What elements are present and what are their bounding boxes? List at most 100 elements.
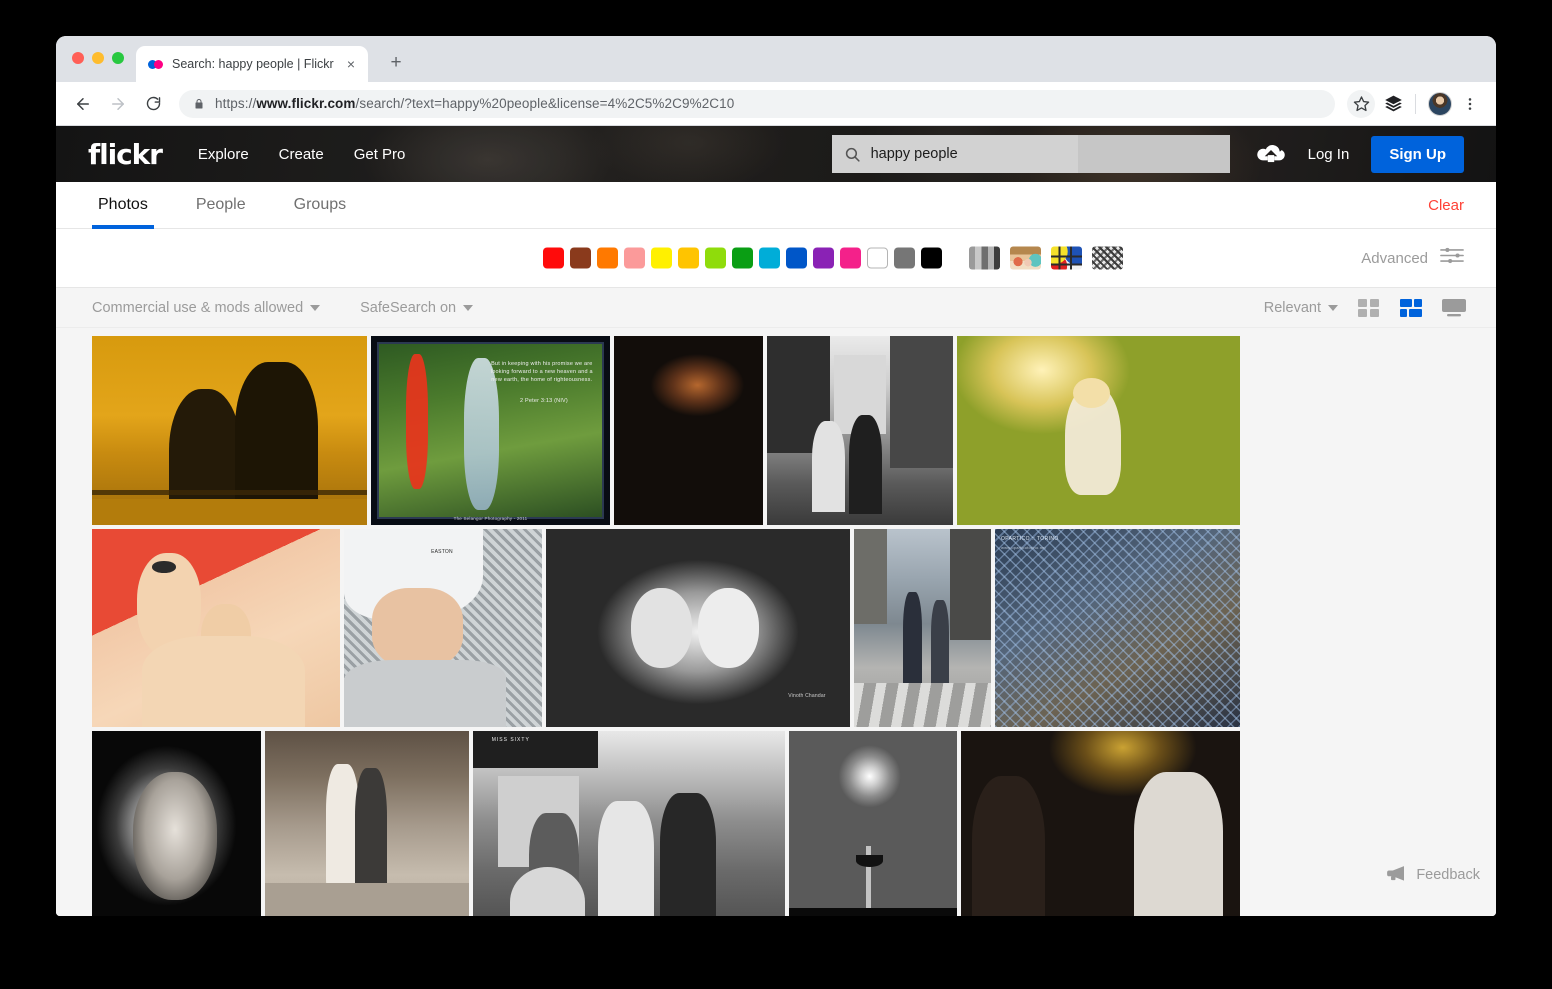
color-swatch-magenta[interactable] — [840, 248, 861, 269]
photo-caption: EASTON — [431, 549, 453, 555]
style-filter-shallow-depth-of-field[interactable] — [1010, 247, 1041, 270]
three-dot-menu-icon[interactable] — [1456, 90, 1484, 118]
maximize-window-button[interactable] — [112, 52, 124, 64]
reload-button[interactable] — [138, 89, 168, 119]
style-filter-minimalist[interactable] — [1051, 247, 1082, 270]
tab-people[interactable]: People — [190, 182, 252, 228]
color-swatch-gold[interactable] — [678, 248, 699, 269]
safesearch-dropdown-label: SafeSearch on — [360, 300, 456, 316]
url-domain: www.flickr.com — [256, 96, 355, 111]
color-swatch-yellow[interactable] — [651, 248, 672, 269]
lock-icon — [193, 97, 205, 111]
license-dropdown[interactable]: Commercial use & mods allowed — [92, 300, 320, 316]
forward-button[interactable] — [103, 89, 133, 119]
flickr-site-header: flickr Explore Create Get Pro happy peop… — [56, 126, 1496, 182]
photo-couple-embracing-street[interactable] — [265, 731, 469, 916]
chevron-down-icon — [1328, 305, 1338, 311]
photo-waterfall-scripture-framed-print[interactable]: But in keeping with his promise we are l… — [371, 336, 610, 525]
color-swatch-blue[interactable] — [786, 248, 807, 269]
chevron-down-icon — [310, 305, 320, 311]
clear-filters-link[interactable]: Clear — [1428, 182, 1464, 228]
address-bar[interactable]: https://www.flickr.com/search/?text=happ… — [179, 90, 1335, 118]
nav-link-create[interactable]: Create — [279, 146, 324, 163]
style-filter-patterns[interactable] — [1092, 247, 1123, 270]
close-icon[interactable]: × — [342, 55, 360, 73]
browser-window: Search: happy people | Flickr × + https:… — [56, 36, 1496, 916]
style-filter-black-and-white[interactable] — [969, 247, 1000, 270]
new-tab-button[interactable]: + — [384, 51, 408, 75]
color-swatch-brown[interactable] — [570, 248, 591, 269]
color-swatch-list — [543, 248, 942, 269]
color-swatch-white[interactable] — [867, 248, 888, 269]
photo-street-bw-children-crouching[interactable] — [767, 336, 953, 525]
color-swatch-green[interactable] — [732, 248, 753, 269]
filters-bar: Advanced — [56, 229, 1496, 288]
nav-link-explore[interactable]: Explore — [198, 146, 249, 163]
browser-tab-title: Search: happy people | Flickr — [172, 57, 342, 71]
justified-view-button[interactable] — [1400, 299, 1422, 317]
url-scheme: https:// — [215, 96, 256, 111]
photo-dark-abstract-smoke[interactable] — [614, 336, 763, 525]
photo-blue-abstract-crosshatch[interactable]: OPARTICO :: TORINO www.oparticotorino.ne… — [995, 529, 1240, 727]
color-swatch-salmon[interactable] — [624, 248, 645, 269]
photo-street-pedestrians-crosswalk[interactable] — [854, 529, 991, 727]
tab-groups[interactable]: Groups — [288, 182, 352, 228]
sort-dropdown-label: Relevant — [1264, 300, 1321, 316]
megaphone-icon — [1385, 865, 1407, 885]
signup-button[interactable]: Sign Up — [1371, 136, 1464, 173]
safesearch-dropdown[interactable]: SafeSearch on — [360, 300, 473, 316]
photo-elderly-woman-portrait-bw[interactable]: DK2C — [92, 731, 261, 916]
minimize-window-button[interactable] — [92, 52, 104, 64]
photo-results-grid: But in keeping with his promise we are l… — [56, 328, 1496, 916]
search-input-value: happy people — [871, 146, 958, 162]
toolbar-divider — [1415, 94, 1416, 114]
style-filter-list — [969, 247, 1123, 270]
color-swatch-gray[interactable] — [894, 248, 915, 269]
browser-tab[interactable]: Search: happy people | Flickr × — [136, 46, 368, 82]
photo-toes-with-smiley-faces[interactable] — [92, 529, 340, 727]
close-window-button[interactable] — [72, 52, 84, 64]
photo-blonde-woman-sunlit-grass[interactable] — [957, 336, 1240, 525]
photo-moonlit-sea-boat-bw[interactable] — [789, 731, 957, 916]
chevron-down-icon — [463, 305, 473, 311]
photo-row: EASTON Vinoth Chandar OPARTICO :: TORINO — [56, 529, 1496, 727]
photo-row: But in keeping with his promise we are l… — [56, 336, 1496, 525]
flickr-logo[interactable]: flickr — [88, 138, 162, 171]
profile-avatar[interactable] — [1428, 92, 1452, 116]
nav-link-get-pro[interactable]: Get Pro — [354, 146, 406, 163]
view-options: Relevant — [1264, 299, 1464, 317]
sort-dropdown[interactable]: Relevant — [1264, 300, 1338, 316]
advanced-search-toggle[interactable]: Advanced — [1361, 247, 1464, 269]
cloud-upload-icon[interactable] — [1256, 143, 1286, 165]
slideshow-view-button[interactable] — [1442, 299, 1464, 317]
advanced-label: Advanced — [1361, 250, 1428, 267]
search-input[interactable]: happy people — [832, 135, 1230, 173]
photo-caption: Vinoth Chandar — [788, 693, 825, 699]
feedback-button[interactable]: Feedback — [1371, 856, 1496, 894]
color-swatch-cyan[interactable] — [759, 248, 780, 269]
color-swatch-purple[interactable] — [813, 248, 834, 269]
photo-smiling-boy-in-helmet[interactable]: EASTON — [344, 529, 542, 727]
page-viewport: flickr Explore Create Get Pro happy peop… — [56, 126, 1496, 916]
color-swatch-red[interactable] — [543, 248, 564, 269]
color-swatch-black[interactable] — [921, 248, 942, 269]
login-link[interactable]: Log In — [1308, 146, 1350, 163]
browser-toolbar: https://www.flickr.com/search/?text=happ… — [56, 82, 1496, 126]
back-button[interactable] — [68, 89, 98, 119]
url-path: /search/?text=happy%20people&license=4%2… — [356, 96, 735, 111]
sliders-icon — [1440, 247, 1464, 269]
photo-baby-feet-in-hands-bw[interactable]: Vinoth Chandar — [546, 529, 850, 727]
bookmark-star-icon[interactable] — [1347, 90, 1375, 118]
color-swatch-lime[interactable] — [705, 248, 726, 269]
grid-view-button[interactable] — [1358, 299, 1380, 317]
photo-crowd-walking-city-bw[interactable]: MISS SIXTY — [473, 731, 785, 916]
color-swatch-orange[interactable] — [597, 248, 618, 269]
flickr-dots-icon — [148, 60, 163, 69]
search-icon — [844, 146, 861, 163]
photo-crowd-at-concert-warm[interactable] — [961, 731, 1240, 916]
layers-extension-icon[interactable] — [1379, 90, 1407, 118]
photo-couple-sitting-golden-sunset[interactable] — [92, 336, 367, 525]
feedback-label: Feedback — [1416, 867, 1480, 883]
tab-photos[interactable]: Photos — [92, 182, 154, 228]
window-traffic-lights — [72, 52, 124, 64]
